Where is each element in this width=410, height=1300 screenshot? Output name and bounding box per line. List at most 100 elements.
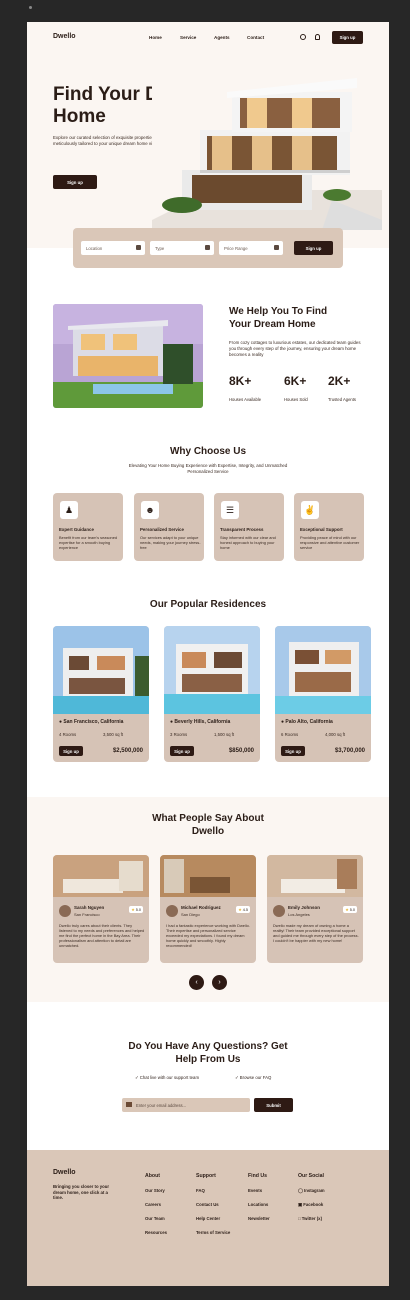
search-signup-button[interactable]: Sign up <box>294 241 333 255</box>
residence-location: ● San Francisco, California <box>59 719 123 725</box>
residence-card[interactable]: ● Palo Alto, California 6 Rooms 4,000 sq… <box>275 626 371 762</box>
testimonial-card: Emily Johnson Los Angeles ★ 5.0 Dwello m… <box>267 855 363 963</box>
testimonial-city: San Diego <box>181 912 200 917</box>
footer-link[interactable]: Events <box>248 1188 262 1193</box>
footer-logo[interactable]: Dwello <box>53 1169 76 1176</box>
residence-location: ● Beverly Hills, California <box>170 719 230 725</box>
email-input[interactable]: Enter your email address... <box>122 1098 250 1112</box>
residence-price: $3,700,000 <box>334 748 365 754</box>
card-exceptional-support: ✌ Exceptional Support Providing peace of m… <box>294 493 364 561</box>
facebook-label: Facebook <box>303 1202 324 1207</box>
residence-card[interactable]: ● San Francisco, California 4 Rooms 3,50… <box>53 626 149 762</box>
expert-icon: ♟ <box>60 501 78 519</box>
search-icon[interactable] <box>300 34 306 40</box>
residence-rooms: 3 Rooms <box>170 732 188 737</box>
hero-subtitle: Explore our curated selection of exquisi… <box>53 135 161 146</box>
email-placeholder: Enter your email address... <box>136 1103 187 1108</box>
residence-price: $850,000 <box>228 748 254 754</box>
browse-faq-link[interactable]: ✓ Browse our FAQ <box>235 1075 271 1081</box>
residence-signup-button[interactable]: Sign up <box>170 746 194 756</box>
residence-image <box>164 626 260 714</box>
rating-badge: ★ 5.0 <box>343 906 357 913</box>
testimonial-card: Michael Rodriguez San Diego ★ 4.5 I had … <box>160 855 256 963</box>
testimonial-text: Dwello truly cares about their clients. … <box>59 923 145 948</box>
next-arrow-button[interactable]: › <box>212 975 227 990</box>
nav-agents[interactable]: Agents <box>214 35 230 40</box>
nav-contact[interactable]: Contact <box>247 35 264 40</box>
footer-link[interactable]: Our Team <box>145 1216 165 1221</box>
card-title: Personalized Service <box>140 527 184 532</box>
about-title: We Help You To Find Your Dream Home <box>229 306 328 330</box>
price-field[interactable]: Price Range <box>219 241 283 255</box>
card-title: Expert Guidance <box>59 527 94 532</box>
prev-arrow-button[interactable]: ‹ <box>189 975 204 990</box>
rating-badge: ★ 4.5 <box>236 906 250 913</box>
nav-service[interactable]: Service <box>180 35 196 40</box>
nav-signup-button[interactable]: Sign up <box>332 31 363 44</box>
footer-link[interactable]: FAQ <box>196 1188 205 1193</box>
residence-rooms: 6 Rooms <box>281 732 299 737</box>
card-personalized-service: ☻ Personalized Service Our services adapt … <box>134 493 204 561</box>
card-text: Our services adapt to your unique needs,… <box>140 535 201 550</box>
footer-link[interactable]: Our Story <box>145 1188 165 1193</box>
faq-title: Do You Have Any Questions? Get Help From… <box>128 1041 288 1065</box>
footer-link[interactable]: Newsletter <box>248 1216 270 1221</box>
stat-value: 6K+ <box>284 374 307 388</box>
residence-area: 4,000 sq ft <box>325 732 346 737</box>
hero-signup-button[interactable]: Sign up <box>53 175 97 189</box>
about-text: From cozy cottages to luxurious estates,… <box>229 340 361 357</box>
testimonial-name: Sarah Nguyen <box>74 905 105 910</box>
nav-home[interactable]: Home <box>149 35 162 40</box>
testimonial-image <box>53 855 149 897</box>
card-title: Transparent Process <box>220 527 264 532</box>
footer-link[interactable]: Locations <box>248 1202 268 1207</box>
canvas-dot <box>29 6 32 9</box>
residence-signup-button[interactable]: Sign up <box>59 746 83 756</box>
card-expert-guidance: ♟ Expert Guidance Benefit from our team's … <box>53 493 123 561</box>
residence-location: ● Palo Alto, California <box>281 719 333 725</box>
avatar <box>166 905 178 917</box>
twitter-link[interactable]: □ Twitter (x) <box>298 1216 322 1221</box>
person-icon: ☻ <box>141 501 159 519</box>
residence-area: 3,500 sq ft <box>103 732 124 737</box>
residence-card[interactable]: ● Beverly Hills, California 3 Rooms 1,50… <box>164 626 260 762</box>
card-text: Providing peace of mind with our respons… <box>300 535 360 550</box>
submit-button[interactable]: Submit <box>254 1098 293 1112</box>
card-text: Benefit from our team's seasoned experti… <box>59 535 118 550</box>
card-title: Exceptional Support <box>300 527 343 532</box>
residence-price: $2,500,000 <box>112 748 143 754</box>
why-subtitle: Elevating Your Home Buying Experience wi… <box>128 463 288 474</box>
residence-image <box>53 626 149 714</box>
residence-rooms: 4 Rooms <box>59 732 77 737</box>
stat-houses-available: 8K+ Houses Available <box>229 374 261 406</box>
rating-value: 5.0 <box>349 908 355 912</box>
rating-badge: ★ 5.0 <box>129 906 143 913</box>
stat-value: 2K+ <box>328 374 351 388</box>
footer-link[interactable]: Help Center <box>196 1216 220 1221</box>
facebook-link[interactable]: ▣ Facebook <box>298 1202 323 1208</box>
testimonial-name: Emily Johnson <box>288 905 321 910</box>
testimonial-card: Sarah Nguyen San Francisco ★ 5.0 Dwello … <box>53 855 149 963</box>
stat-label: Houses Available <box>229 397 262 402</box>
footer-link[interactable]: Terms of Service <box>196 1230 230 1235</box>
testimonial-text: Dwello made my dream of owning a home a … <box>273 923 359 943</box>
footer-link[interactable]: Careers <box>145 1202 161 1207</box>
price-label: Price Range <box>224 245 248 251</box>
avatar <box>273 905 285 917</box>
chat-support-link[interactable]: ✓ Chat live with our support team <box>135 1075 199 1081</box>
logo[interactable]: Dwello <box>53 33 76 40</box>
search-bar: Location Type Price Range Sign up <box>73 228 343 268</box>
type-field[interactable]: Type <box>150 241 214 255</box>
residences-title: Our Popular Residences <box>149 599 267 610</box>
type-label: Type <box>155 245 165 251</box>
avatar <box>59 905 71 917</box>
pin-icon <box>136 245 141 250</box>
user-icon[interactable] <box>315 34 320 40</box>
residence-signup-button[interactable]: Sign up <box>281 746 305 756</box>
footer-link[interactable]: Resources <box>145 1230 167 1235</box>
footer-link[interactable]: Contact Us <box>196 1202 219 1207</box>
twitter-label: Twitter (x) <box>301 1216 323 1221</box>
location-field[interactable]: Location <box>81 241 145 255</box>
instagram-link[interactable]: ◯ Instagram <box>298 1188 325 1194</box>
clipboard-icon: ☰ <box>221 501 239 519</box>
